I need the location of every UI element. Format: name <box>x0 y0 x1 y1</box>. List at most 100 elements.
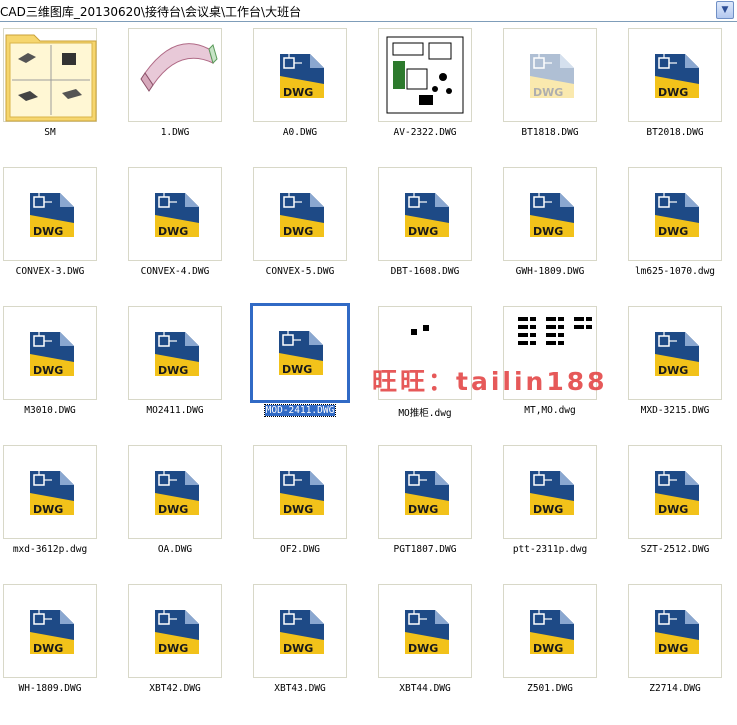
dwg-file-icon: DWG <box>155 193 199 238</box>
dwg-file-icon: DWG <box>655 332 699 377</box>
svg-text:DWG: DWG <box>158 642 188 655</box>
address-bar[interactable]: CAD三维图库_20130620\接待台\会议桌\工作台\大班台 ▼ <box>0 0 737 22</box>
file-name-label: lm625-1070.dwg <box>634 266 716 277</box>
file-thumbnail[interactable]: DWG <box>378 445 472 539</box>
dwg-file-icon: DWG <box>279 331 323 376</box>
file-thumbnail[interactable]: DWG <box>3 167 97 261</box>
file-name[interactable]: BT1818.DWG <box>488 127 612 138</box>
chevron-down-icon: ▼ <box>721 5 729 15</box>
dwg-file-icon: DWG <box>655 193 699 238</box>
folder-icon <box>5 34 97 122</box>
dwg-file-icon: DWG <box>30 471 74 516</box>
file-thumbnail[interactable] <box>3 28 97 122</box>
file-name[interactable]: CONVEX-4.DWG <box>113 266 237 277</box>
file-name[interactable]: 1.DWG <box>113 127 237 138</box>
file-name[interactable]: OF2.DWG <box>238 544 362 555</box>
dwg-file-icon: DWG <box>655 54 699 99</box>
svg-text:DWG: DWG <box>658 503 688 516</box>
file-thumbnail[interactable]: DWG <box>378 584 472 678</box>
svg-text:DWG: DWG <box>282 363 312 376</box>
dwg-file-icon: DWG <box>280 471 324 516</box>
file-name[interactable]: mxd-3612p.dwg <box>0 544 112 555</box>
svg-text:DWG: DWG <box>283 86 313 99</box>
file-thumbnail[interactable]: DWG <box>503 28 597 122</box>
file-name[interactable]: CONVEX-3.DWG <box>0 266 112 277</box>
dwg-file-icon: DWG <box>30 610 74 655</box>
file-thumbnail[interactable] <box>378 28 472 122</box>
file-thumbnail[interactable]: DWG <box>128 584 222 678</box>
svg-text:DWG: DWG <box>33 225 63 238</box>
watermark-text: 旺旺：tailin188 <box>372 367 608 396</box>
address-dropdown-button[interactable]: ▼ <box>716 1 734 19</box>
file-name[interactable]: GWH-1809.DWG <box>488 266 612 277</box>
file-name[interactable]: A0.DWG <box>238 127 362 138</box>
dwg-file-icon: DWG <box>280 610 324 655</box>
file-name[interactable]: XBT43.DWG <box>238 683 362 694</box>
file-name-label: Z2714.DWG <box>649 683 701 694</box>
file-name[interactable]: MXD-3215.DWG <box>613 405 737 416</box>
file-name[interactable]: BT2018.DWG <box>613 127 737 138</box>
file-name[interactable]: MO推柜.dwg <box>363 405 487 419</box>
file-name[interactable]: CONVEX-5.DWG <box>238 266 362 277</box>
svg-text:DWG: DWG <box>158 364 188 377</box>
file-name[interactable]: OA.DWG <box>113 544 237 555</box>
file-thumbnail[interactable]: DWG <box>378 167 472 261</box>
file-name[interactable]: XBT42.DWG <box>113 683 237 694</box>
file-name[interactable]: DBT-1608.DWG <box>363 266 487 277</box>
file-name[interactable]: WH-1809.DWG <box>0 683 112 694</box>
file-thumbnail[interactable]: DWG <box>253 28 347 122</box>
file-name-label: XBT42.DWG <box>149 683 201 694</box>
file-thumbnail[interactable]: DWG <box>628 445 722 539</box>
file-thumbnail[interactable]: DWG <box>628 584 722 678</box>
file-name[interactable]: MT,MO.dwg <box>488 405 612 416</box>
dwg-file-icon: DWG <box>155 471 199 516</box>
file-name[interactable]: lm625-1070.dwg <box>613 266 737 277</box>
file-name-label: A0.DWG <box>282 127 318 138</box>
file-name-label: SZT-2512.DWG <box>640 544 710 555</box>
file-thumbnail[interactable]: DWG <box>503 167 597 261</box>
file-name[interactable]: MO2411.DWG <box>113 405 237 416</box>
floor-plan-preview-icon <box>386 36 464 114</box>
file-thumbnail[interactable]: DWG <box>253 584 347 678</box>
file-name-label: CONVEX-4.DWG <box>140 266 210 277</box>
file-thumbnail[interactable] <box>128 28 222 122</box>
file-thumbnail[interactable]: DWG <box>3 445 97 539</box>
dwg-file-icon: DWG <box>655 610 699 655</box>
file-thumbnail[interactable]: DWG <box>503 445 597 539</box>
file-name-label: XBT43.DWG <box>274 683 326 694</box>
dwg-file-icon: DWG <box>30 332 74 377</box>
file-name-label: 1.DWG <box>160 127 190 138</box>
file-thumbnail[interactable]: DWG <box>628 306 722 400</box>
file-name[interactable]: PGT1807.DWG <box>363 544 487 555</box>
file-thumbnail[interactable]: DWG <box>503 584 597 678</box>
file-thumbnail[interactable]: DWG <box>128 306 222 400</box>
file-name[interactable]: Z501.DWG <box>488 683 612 694</box>
file-name[interactable]: SZT-2512.DWG <box>613 544 737 555</box>
file-thumbnail[interactable]: DWG <box>128 445 222 539</box>
file-thumbnail[interactable]: DWG <box>3 584 97 678</box>
file-name[interactable]: Z2714.DWG <box>613 683 737 694</box>
file-name[interactable]: AV-2322.DWG <box>363 127 487 138</box>
svg-text:DWG: DWG <box>408 503 438 516</box>
file-thumbnail[interactable]: DWG <box>628 28 722 122</box>
file-thumbnail[interactable]: DWG <box>628 167 722 261</box>
file-thumbnail[interactable]: DWG <box>250 303 350 403</box>
file-name-label: MXD-3215.DWG <box>640 405 710 416</box>
dwg-file-icon: DWG <box>530 193 574 238</box>
svg-text:DWG: DWG <box>533 642 563 655</box>
file-thumbnail[interactable]: DWG <box>3 306 97 400</box>
file-thumbnail[interactable]: DWG <box>128 167 222 261</box>
file-thumbnail[interactable]: DWG <box>253 445 347 539</box>
file-name[interactable]: MOD-2411.DWG <box>238 404 362 417</box>
file-name[interactable]: XBT44.DWG <box>363 683 487 694</box>
file-name-label: Z501.DWG <box>527 683 573 694</box>
file-thumbnail[interactable]: DWG <box>253 167 347 261</box>
sofa-preview-icon <box>140 43 218 92</box>
file-name[interactable]: SM <box>0 127 112 138</box>
svg-text:DWG: DWG <box>658 642 688 655</box>
svg-text:DWG: DWG <box>33 364 63 377</box>
dwg-file-icon: DWG <box>30 193 74 238</box>
dwg-file-icon: DWG <box>280 193 324 238</box>
file-name[interactable]: M3010.DWG <box>0 405 112 416</box>
file-name[interactable]: ptt-2311p.dwg <box>488 544 612 555</box>
